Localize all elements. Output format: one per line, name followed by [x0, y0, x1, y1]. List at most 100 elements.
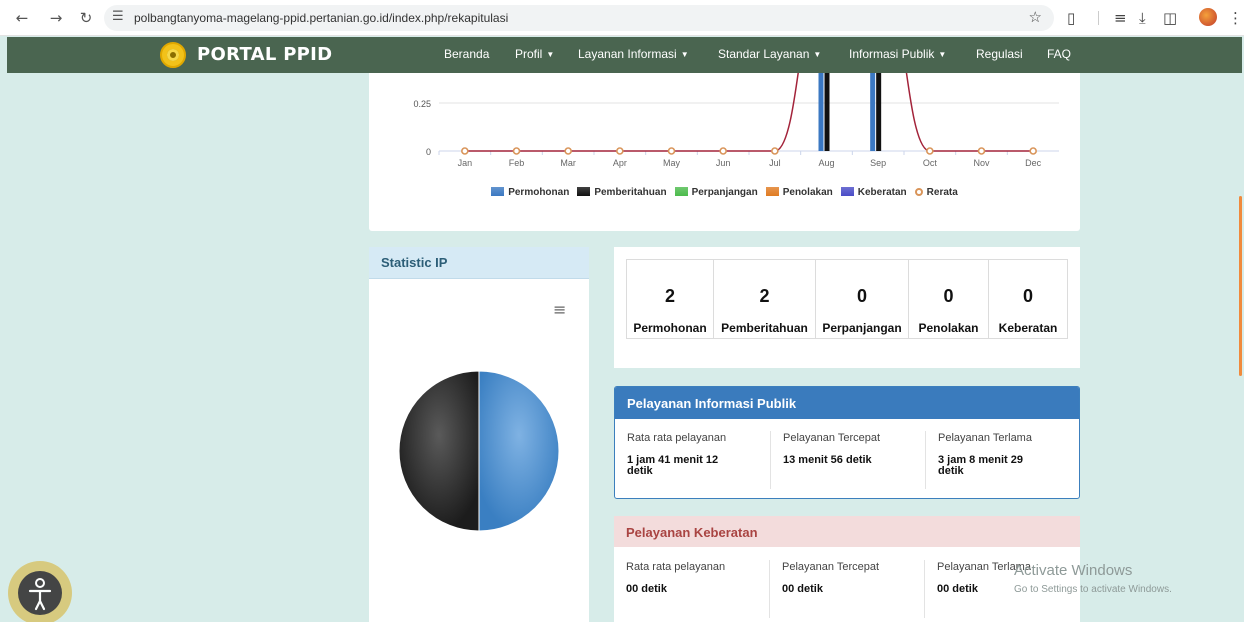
x-tick-label: Jun	[716, 158, 731, 168]
x-tick-label: Feb	[509, 158, 525, 168]
download-icon[interactable]: ⤓	[1139, 8, 1146, 28]
x-tick-label: Jan	[458, 158, 473, 168]
kebab-menu-icon[interactable]: ⋮	[1228, 8, 1243, 28]
bar-pemberitahuan	[824, 73, 830, 151]
ip-pie-chart	[398, 370, 560, 532]
rerata-marker	[667, 147, 676, 155]
stat-label: Pelayanan Terlama	[938, 432, 1032, 444]
x-tick-label: May	[663, 158, 681, 168]
watermark-title: Activate Windows	[1014, 562, 1133, 579]
summary-count: 0	[1022, 286, 1033, 306]
legend-label: Perpanjangan	[691, 187, 758, 198]
back-arrow-icon[interactable]: ←	[12, 8, 32, 28]
summary-cell-keberatan: 0 Keberatan	[989, 260, 1067, 338]
legend-item-penolakan[interactable]: Penolakan	[765, 187, 833, 198]
panel-columns: Rata rata pelayanan 00 detik Pelayanan T…	[614, 560, 1080, 620]
legend-item-rerata[interactable]: Rerata	[914, 187, 958, 198]
stat-terlama: Pelayanan Terlama 3 jam 8 menit 29 detik	[925, 431, 1080, 489]
stat-label: Pelayanan Tercepat	[783, 432, 881, 444]
legend-item-keberatan[interactable]: Keberatan	[840, 187, 907, 198]
caret-down-icon: ▼	[813, 50, 822, 59]
extensions-icon[interactable]: ▯	[1067, 8, 1075, 28]
legend-swatch	[765, 187, 779, 196]
nav-item-standar-layanan[interactable]: Standar Layanan ▼	[718, 47, 821, 61]
scrollbar-thumb[interactable]	[1239, 196, 1242, 376]
nav-item-layanan-informasi[interactable]: Layanan Informasi ▼	[578, 47, 689, 61]
legend-label: Penolakan	[782, 187, 833, 198]
pie-slice[interactable]	[398, 370, 480, 532]
stat-label: Pelayanan Tercepat	[782, 561, 880, 573]
media-list-icon[interactable]: ≡	[1114, 8, 1127, 28]
statistic-ip-card: Statistic IP ≡	[369, 247, 589, 622]
summary-table: 2 Permohonan 2 Pemberitahuan 0 Perpanjan…	[626, 259, 1068, 339]
caret-down-icon: ▼	[680, 50, 689, 59]
url-text[interactable]: polbangtanyoma-magelang-ppid.pertanian.g…	[134, 11, 508, 25]
toolbar-divider	[1098, 11, 1099, 25]
bar-pemberitahuan	[876, 73, 882, 151]
statistic-ip-title: Statistic IP	[381, 255, 448, 270]
legend-swatch	[577, 187, 591, 196]
x-tick-label: Nov	[973, 158, 990, 168]
x-tick-label: Mar	[560, 158, 576, 168]
monthly-chart: 0.25 0 Jan Feb Mar Apr May Jun Jul Aug Sep Oct Nov De…	[413, 73, 1059, 168]
site-navbar: PORTAL PPID Beranda Profil ▼ Layanan Info…	[7, 37, 1242, 73]
nav-item-profil[interactable]: Profil ▼	[515, 47, 554, 61]
ppid-logo-icon[interactable]	[160, 42, 186, 68]
stat-value: 00 detik	[782, 583, 823, 595]
summary-count: 2	[759, 286, 770, 306]
stat-value: 13 menit 56 detik	[783, 454, 872, 466]
caret-down-icon: ▼	[546, 50, 555, 59]
legend-item-permohonan[interactable]: Permohonan	[491, 187, 569, 198]
address-bar[interactable]: ☰ polbangtanyoma-magelang-ppid.pertanian…	[104, 5, 1054, 31]
x-tick-label: Sep	[870, 158, 886, 168]
nav-item-faq[interactable]: FAQ	[1047, 47, 1071, 61]
windows-activation-watermark: Activate Windows Go to Settings to activ…	[1014, 562, 1172, 595]
legend-label: Keberatan	[857, 187, 907, 198]
rerata-marker	[1029, 147, 1037, 155]
x-tick-label: Apr	[613, 158, 627, 168]
monthly-chart-card: 0.25 0 Jan Feb Mar Apr May Jun Jul Aug Sep Oct Nov De…	[369, 73, 1080, 231]
panel-header: Pelayanan Keberatan	[614, 516, 1080, 547]
rerata-marker	[564, 147, 572, 155]
chart-menu-icon[interactable]: ≡	[553, 302, 566, 318]
panel-title: Pelayanan Keberatan	[626, 525, 758, 540]
bookmark-star-icon[interactable]: ☆	[1029, 8, 1042, 26]
pelayanan-keberatan-panel: Pelayanan Keberatan Rata rata pelayanan …	[614, 516, 1080, 622]
panel-header: Pelayanan Informasi Publik	[615, 387, 1079, 419]
stat-value: 00 detik	[626, 583, 667, 595]
stat-tercepat: Pelayanan Tercepat 13 menit 56 detik	[770, 431, 925, 489]
accessibility-button[interactable]	[8, 561, 72, 622]
summary-cell-perpanjangan: 0 Perpanjangan	[816, 260, 909, 338]
accessibility-icon	[28, 578, 52, 611]
chart-legend: Permohonan Pemberitahuan Perpanjangan Penol…	[369, 187, 1080, 198]
side-panel-icon[interactable]: ◫	[1163, 8, 1177, 28]
brand-title[interactable]: PORTAL PPID	[197, 44, 332, 65]
legend-item-perpanjangan[interactable]: Perpanjangan	[674, 187, 758, 198]
stat-tercepat: Pelayanan Tercepat 00 detik	[769, 560, 924, 618]
rerata-marker	[926, 147, 934, 155]
pie-slice[interactable]	[478, 370, 560, 532]
legend-swatch	[914, 188, 923, 196]
stat-value: 3 jam 8 menit 29 detik	[938, 454, 1023, 477]
legend-swatch	[840, 187, 854, 196]
summary-cell-pemberitahuan: 2 Pemberitahuan	[714, 260, 816, 338]
nav-item-regulasi[interactable]: Regulasi	[976, 47, 1023, 61]
site-settings-icon[interactable]: ☰	[112, 9, 124, 24]
legend-label: Permohonan	[508, 187, 570, 198]
legend-item-pemberitahuan[interactable]: Pemberitahuan	[577, 187, 667, 198]
summary-count: 0	[856, 286, 867, 306]
reload-icon[interactable]: ↻	[76, 8, 96, 28]
x-tick-label: Dec	[1025, 158, 1042, 168]
rerata-marker	[616, 147, 624, 155]
forward-arrow-icon[interactable]: →	[46, 8, 66, 28]
rerata-marker	[977, 147, 986, 155]
panel-title: Pelayanan Informasi Publik	[627, 396, 797, 411]
nav-item-informasi-publik[interactable]: Informasi Publik ▼	[849, 47, 946, 61]
profile-avatar-icon[interactable]	[1199, 8, 1217, 26]
nav-item-beranda[interactable]: Beranda	[444, 47, 489, 61]
caret-down-icon: ▼	[938, 50, 947, 59]
legend-swatch	[491, 187, 505, 196]
y-tick-label: 0	[426, 147, 431, 157]
summary-count: 0	[943, 286, 954, 306]
browser-toolbar: ← → ↻ ☰ polbangtanyoma-magelang-ppid.per…	[0, 0, 1244, 36]
